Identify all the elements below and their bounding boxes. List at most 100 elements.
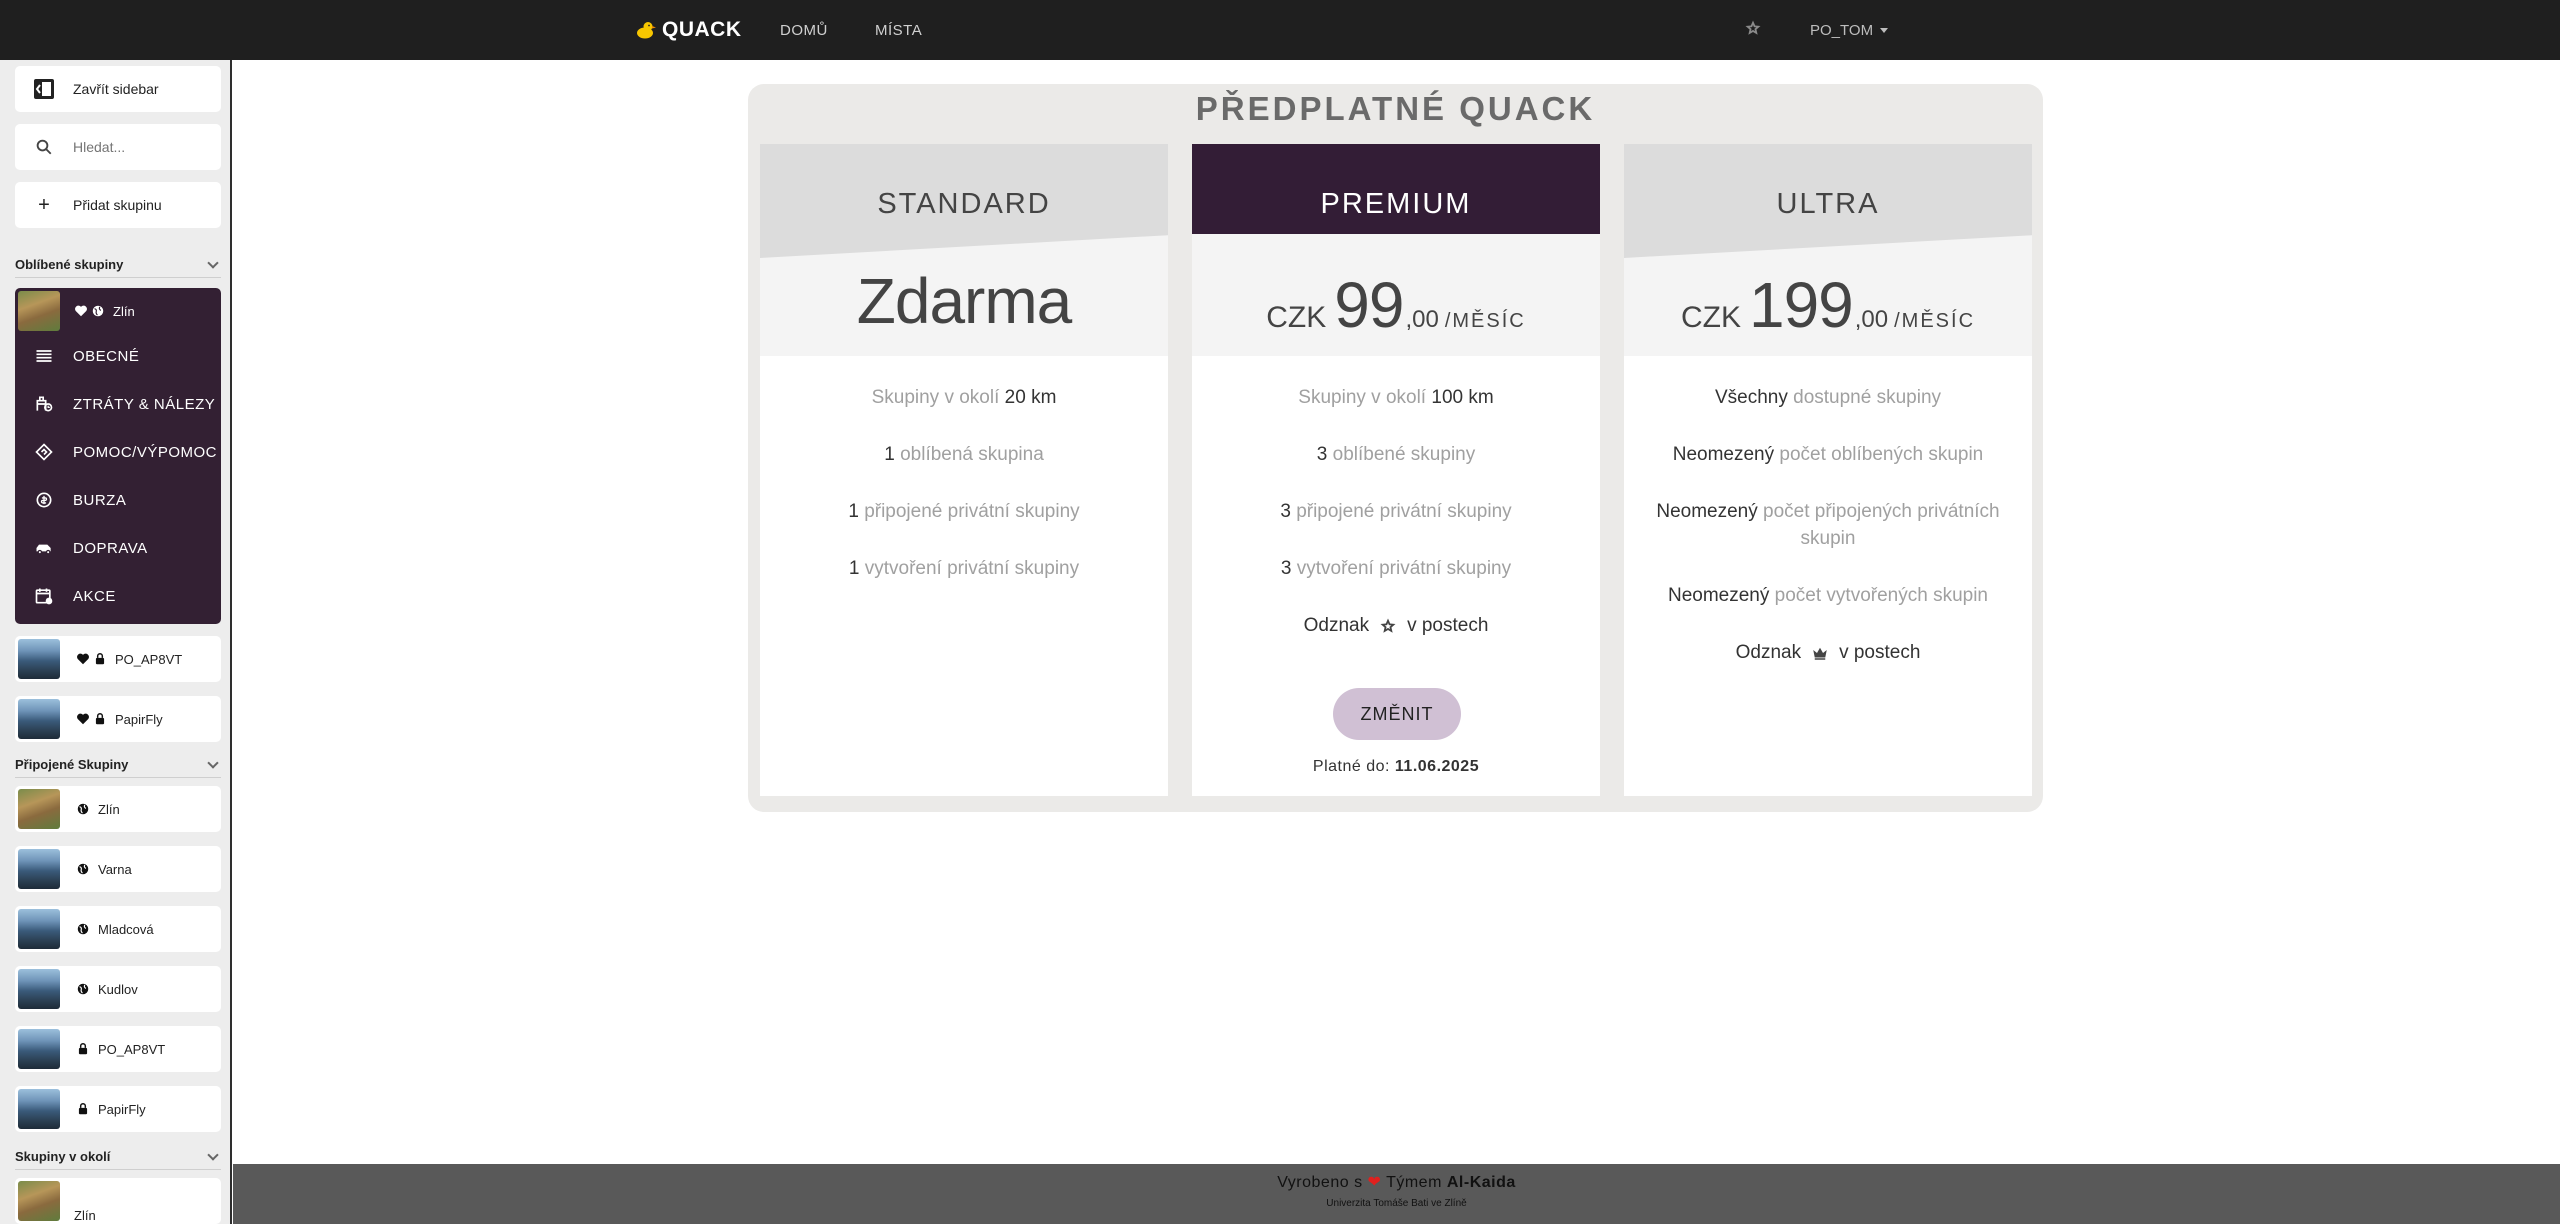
car-icon — [15, 538, 73, 558]
price-amount: 199 — [1748, 269, 1854, 341]
joined-group-card[interactable]: PO_AP8VT — [15, 1026, 221, 1072]
heart-icon — [75, 305, 87, 317]
feature-item: Neomezený počet připojených privátních s… — [1656, 501, 2000, 549]
brand-logo[interactable]: QUACK — [636, 18, 742, 42]
group-thumbnail — [18, 1029, 60, 1069]
feature-item: Všechny dostupné skupiny — [1714, 387, 1942, 408]
category-label: POMOC/VÝPOMOC — [73, 443, 218, 461]
globe-icon — [77, 923, 89, 935]
joined-group-card[interactable]: Kudlov — [15, 966, 221, 1012]
duck-icon — [637, 22, 656, 39]
plan-features: Skupiny v okolí 100 km 3 oblíbené skupin… — [1192, 384, 1600, 669]
group-thumbnail — [18, 909, 60, 949]
list-icon — [15, 346, 73, 366]
plan-name: PREMIUM — [1320, 188, 1472, 220]
group-name: Kudlov — [98, 981, 138, 997]
favorites-section-header[interactable]: Oblíbené skupiny — [15, 252, 221, 278]
group-name: PapirFly — [115, 711, 163, 727]
plan-price: CZK 99 ,00 /MĚSÍC — [1192, 268, 1600, 342]
lock-icon — [78, 1103, 88, 1115]
heart-icon — [77, 653, 89, 665]
chevron-down-icon — [207, 1148, 219, 1161]
favorite-group-card[interactable]: PapirFly — [15, 696, 221, 742]
feature-item: 1 vytvoření privátní skupiny — [848, 558, 1080, 579]
plan-ultra: ULTRA CZK 199 ,00 /MĚSÍC Všechny dostupn… — [1624, 144, 2032, 796]
category-label: OBECNÉ — [73, 347, 140, 365]
joined-group-card[interactable]: Mladcová — [15, 906, 221, 952]
currency-exchange-icon — [15, 490, 73, 510]
globe-icon — [77, 803, 89, 815]
nearby-section-header[interactable]: Skupiny v okolí — [15, 1144, 221, 1170]
feature-item: Skupiny v okolí 20 km — [871, 387, 1057, 408]
category-lost-found[interactable]: ZTRÁTY & NÁLEZY — [15, 380, 221, 428]
plan-header: STANDARD Zdarma — [760, 144, 1168, 356]
star-icon[interactable] — [1744, 19, 1762, 37]
plan-name: ULTRA — [1776, 188, 1880, 220]
joined-group-card[interactable]: Varna — [15, 846, 221, 892]
chevron-down-icon — [207, 756, 219, 769]
category-general[interactable]: OBECNÉ — [15, 332, 221, 380]
price-currency: CZK — [1680, 301, 1741, 334]
active-favorite-group: Zlín OBECNÉ ZTRÁTY & NÁLEZY POMOC/VÝPOMO… — [15, 288, 221, 624]
group-thumbnail — [18, 639, 60, 679]
plan-header: PREMIUM CZK 99 ,00 /MĚSÍC — [1192, 144, 1600, 356]
joined-group-card[interactable]: Zlín — [15, 786, 221, 832]
feature-item: Skupiny v okolí 100 km — [1298, 387, 1494, 408]
add-group-button[interactable]: + Přidat skupinu — [15, 182, 221, 228]
feature-item: Neomezený počet oblíbených skupin — [1672, 444, 1984, 465]
group-thumbnail — [18, 849, 60, 889]
group-name: Mladcová — [98, 921, 154, 937]
feature-item: 3 vytvoření privátní skupiny — [1280, 558, 1512, 579]
joined-group-card[interactable]: PapirFly — [15, 1086, 221, 1132]
username: PO_TOM — [1810, 22, 1874, 39]
feature-item: 3 oblíbené skupiny — [1316, 444, 1476, 465]
plus-icon: + — [38, 193, 50, 216]
nearby-group-card[interactable]: Zlín — [15, 1178, 221, 1224]
favorite-group-card[interactable]: PO_AP8VT — [15, 636, 221, 682]
lock-icon — [95, 713, 105, 725]
category-label: AKCE — [73, 587, 116, 605]
group-thumbnail — [18, 291, 60, 331]
group-thumbnail — [18, 789, 60, 829]
lock-icon — [78, 1043, 88, 1055]
category-label: ZTRÁTY & NÁLEZY — [73, 395, 216, 413]
change-plan-button[interactable]: ZMĚNIT — [1333, 688, 1461, 740]
feature-item: 3 připojené privátní skupiny — [1280, 501, 1512, 522]
nav-places-link[interactable]: MÍSTA — [875, 22, 922, 39]
plan-price: CZK 199 ,00 /MĚSÍC — [1624, 268, 2032, 342]
price-period: /MĚSÍC — [1894, 310, 1976, 332]
plan-header: ULTRA CZK 199 ,00 /MĚSÍC — [1624, 144, 2032, 356]
team-name: Al-Kaida — [1446, 1174, 1516, 1191]
plan-standard: STANDARD Zdarma Skupiny v okolí 20 km 1 … — [760, 144, 1168, 796]
footer-university: Univerzita Tomáše Bati ve Zlíně — [1326, 1198, 1467, 1209]
sidebar-collapse-icon — [15, 77, 73, 101]
category-market[interactable]: BURZA — [15, 476, 221, 524]
group-thumbnail — [18, 1089, 60, 1129]
footer: Vyrobeno s ❤ Týmem Al-Kaida Univerzita T… — [233, 1164, 2560, 1224]
valid-date: 11.06.2025 — [1394, 758, 1480, 775]
top-navbar: QUACK DOMŮ MÍSTA PO_TOM — [0, 0, 2560, 60]
globe-icon — [92, 305, 104, 317]
nav-home-link[interactable]: DOMŮ — [780, 22, 828, 39]
price-period: /MĚSÍC — [1444, 310, 1526, 332]
brand-name: QUACK — [662, 18, 742, 41]
plan-name: STANDARD — [877, 188, 1051, 220]
valid-until: Platné do: 11.06.2025 — [1312, 758, 1480, 775]
plan-premium: PREMIUM CZK 99 ,00 /MĚSÍC Skupiny v okol… — [1192, 144, 1600, 796]
group-name: Zlín — [98, 801, 120, 817]
category-help[interactable]: POMOC/VÝPOMOC — [15, 428, 221, 476]
category-transport[interactable]: DOPRAVA — [15, 524, 221, 572]
close-sidebar-button[interactable]: Zavřít sidebar — [15, 66, 221, 112]
badge-feature: Odznak v postech — [1735, 642, 1921, 663]
joined-section-header[interactable]: Připojené Skupiny — [15, 752, 221, 778]
close-sidebar-label: Zavřít sidebar — [73, 81, 159, 97]
favorite-group-zlin[interactable]: Zlín — [18, 291, 218, 331]
group-name: Zlín — [113, 303, 135, 319]
search-input[interactable] — [73, 139, 213, 155]
user-menu[interactable]: PO_TOM — [1810, 22, 1889, 39]
category-label: BURZA — [73, 491, 127, 509]
category-label: DOPRAVA — [73, 539, 148, 557]
price-amount: 99 — [1334, 269, 1404, 341]
price-currency: CZK — [1266, 301, 1327, 334]
category-events[interactable]: AKCE — [15, 572, 221, 620]
